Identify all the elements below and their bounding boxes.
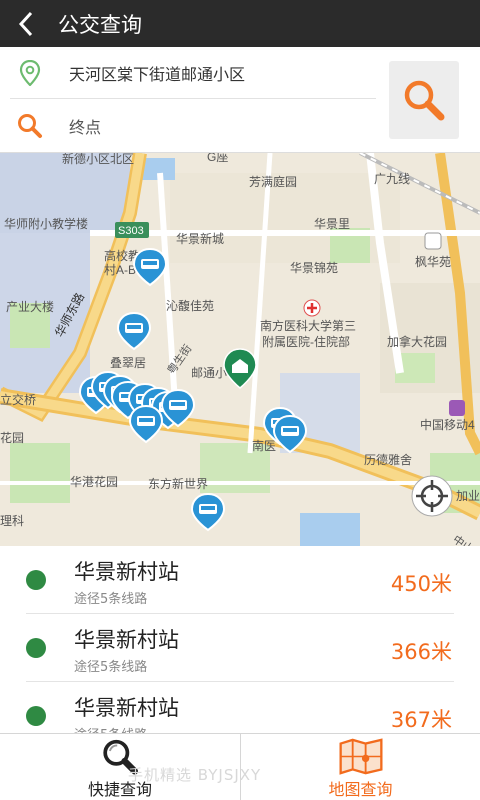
station-routes: 途径5条线路 [74, 592, 148, 607]
map-label: 邮通小 [191, 366, 227, 380]
map-label: 沁馥佳苑 [166, 299, 214, 313]
origin-text: 天河区棠下街道邮通小区 [69, 64, 246, 84]
station-name: 华景新村站 [74, 628, 179, 652]
map-label: 广九线 [374, 172, 410, 186]
map-label: G座 [207, 153, 228, 164]
map-label: 华港花园 [70, 474, 118, 489]
app-header: 公交查询 [0, 0, 480, 47]
map-label: 新德小区北区 [62, 153, 134, 166]
list-item[interactable]: 华景新村站 途径5条线路 366米 [26, 614, 454, 682]
station-distance: 450米 [390, 572, 452, 596]
map-view[interactable]: 新德小区北区 G座 芳满庭园 广九线 华师附小教学楼 华景里 枫华苑 高校教 村… [0, 153, 480, 546]
destination-placeholder: 终点 [69, 118, 102, 137]
map-label: 南方医科大学第三 [260, 318, 356, 333]
map-label: 花园 [0, 430, 24, 445]
list-item[interactable]: 华景新村站 途径5条线路 367米 [26, 682, 454, 733]
search-button[interactable] [389, 61, 459, 139]
station-name: 华景新村站 [74, 560, 179, 584]
map-label: 华景里 [314, 217, 350, 231]
map-label: 中国移动4 [420, 417, 475, 432]
map-label: 叠翠居 [110, 356, 146, 370]
map-label: 华师附小教学楼 [4, 216, 88, 231]
map-label: 村A-B [104, 263, 136, 277]
list-item[interactable]: 华景新村站 途径5条线路 450米 [26, 546, 454, 614]
search-icon [404, 80, 445, 121]
map-label: 立交桥 [0, 392, 36, 407]
station-routes: 途径5条线路 [74, 660, 148, 675]
map-label: 理科 [0, 514, 24, 528]
destination-field[interactable]: 终点 [10, 100, 376, 152]
page-title: 公交查询 [58, 12, 142, 37]
route-search-panel: 天河区棠下街道邮通小区 终点 [0, 47, 480, 153]
map-label: 附属医院-住院部 [262, 334, 350, 349]
station-dot [26, 706, 46, 726]
station-distance: 366米 [390, 640, 452, 664]
building-icon [424, 232, 442, 250]
map-label: 南医 [252, 438, 276, 453]
tab-label: 地图查询 [328, 780, 393, 799]
map-icon [338, 738, 383, 775]
map-label: 华景锦苑 [290, 261, 338, 275]
station-name: 华景新村站 [74, 696, 179, 720]
chevron-left-icon [18, 11, 33, 36]
map-label: 历德雅舍 [364, 452, 412, 467]
search-icon [18, 114, 42, 138]
back-button[interactable] [0, 0, 52, 47]
station-dot [26, 638, 46, 658]
watermark-text: 手机精选 BYJSJXY [128, 766, 262, 784]
map-label: 华景新城 [176, 231, 224, 246]
map-label: 枫华苑 [415, 254, 451, 269]
map-label: 加拿大花园 [387, 334, 447, 349]
map-label: 东方新世界 [148, 476, 208, 491]
station-distance: 367米 [390, 708, 452, 732]
shop-icon [449, 400, 465, 416]
tab-map-search[interactable]: 地图查询 [240, 734, 480, 800]
origin-field[interactable]: 天河区棠下街道邮通小区 [10, 47, 376, 99]
map-label: 产业大楼 [6, 299, 54, 314]
locate-me-button[interactable] [411, 475, 453, 517]
station-routes: 途径5条线路 [74, 724, 147, 733]
map-label: 芳满庭园 [249, 174, 297, 189]
station-list[interactable]: 华景新村站 途径5条线路 450米 华景新村站 途径5条线路 366米 华景新村… [0, 546, 480, 733]
location-pin-icon [19, 59, 41, 86]
station-dot [26, 570, 46, 590]
map-label: 加业 [456, 489, 480, 503]
road-shield-label: S303 [118, 225, 144, 237]
